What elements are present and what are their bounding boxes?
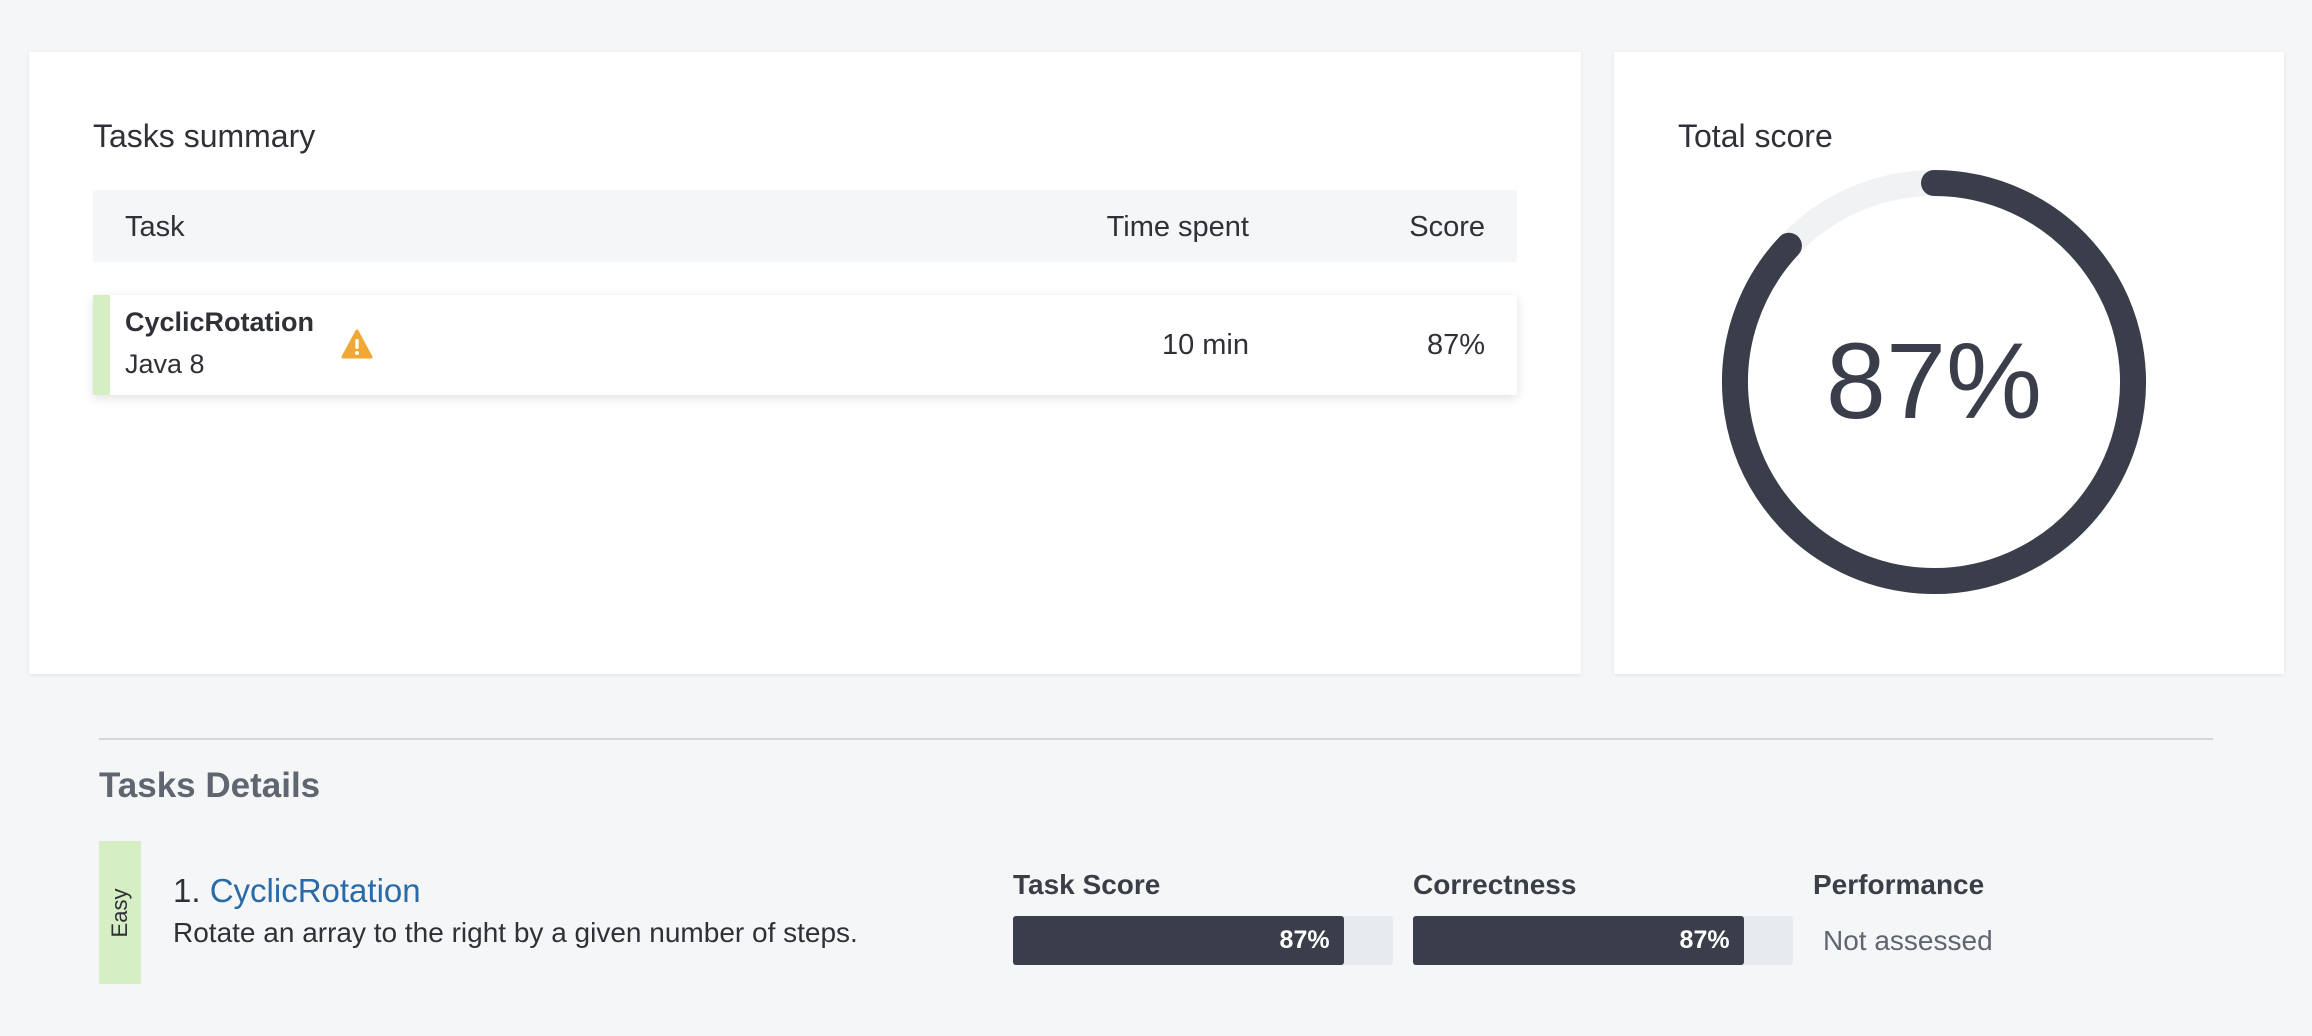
- performance-label: Performance: [1813, 869, 1985, 900]
- tasks-table-header: Task Time spent Score: [93, 190, 1517, 262]
- column-header-score: Score: [1409, 211, 1485, 243]
- column-header-task: Task: [125, 211, 185, 243]
- correctness-bar: 87%: [1413, 916, 1793, 965]
- section-divider: [99, 738, 2213, 740]
- correctness-value: 87%: [1679, 926, 1730, 954]
- tasks-details-title: Tasks Details: [99, 766, 321, 805]
- row-status-accent: [93, 295, 110, 395]
- tasks-summary-title: Tasks summary: [93, 118, 316, 154]
- performance-value: Not assessed: [1823, 925, 1993, 956]
- warning-triangle-icon[interactable]: [341, 329, 373, 359]
- row-time-spent: 10 min: [1161, 329, 1249, 361]
- total-score-title: Total score: [1678, 118, 1833, 154]
- total-score-donut: 87%: [1722, 170, 2146, 594]
- task-name-link[interactable]: CyclicRotation: [210, 872, 421, 909]
- task-score-bar-fill: 87%: [1013, 916, 1344, 965]
- difficulty-label: Easy: [107, 888, 132, 937]
- column-header-time-spent: Time spent: [1106, 211, 1249, 243]
- row-task-name: CyclicRotation: [125, 307, 315, 337]
- total-score-card: Total score 87%: [1614, 52, 2284, 674]
- task-score-bar: 87%: [1013, 916, 1393, 965]
- task-score-label: Task Score: [1013, 869, 1161, 900]
- correctness-bar-fill: 87%: [1413, 916, 1744, 965]
- task-number: 1.: [173, 872, 201, 909]
- table-row[interactable]: CyclicRotation Java 8 10 min 87%: [93, 295, 1517, 395]
- task-score-value: 87%: [1279, 926, 1330, 954]
- row-task-language: Java 8: [125, 349, 205, 379]
- correctness-label: Correctness: [1413, 869, 1577, 900]
- total-score-value: 87%: [1826, 320, 2042, 441]
- task-description: Rotate an array to the right by a given …: [173, 917, 858, 948]
- tasks-summary-card: Tasks summary Task Time spent Score Cycl…: [29, 52, 1581, 674]
- task-heading: 1. CyclicRotation: [173, 872, 421, 910]
- difficulty-badge: Easy: [99, 841, 141, 984]
- row-score: 87%: [1426, 329, 1485, 361]
